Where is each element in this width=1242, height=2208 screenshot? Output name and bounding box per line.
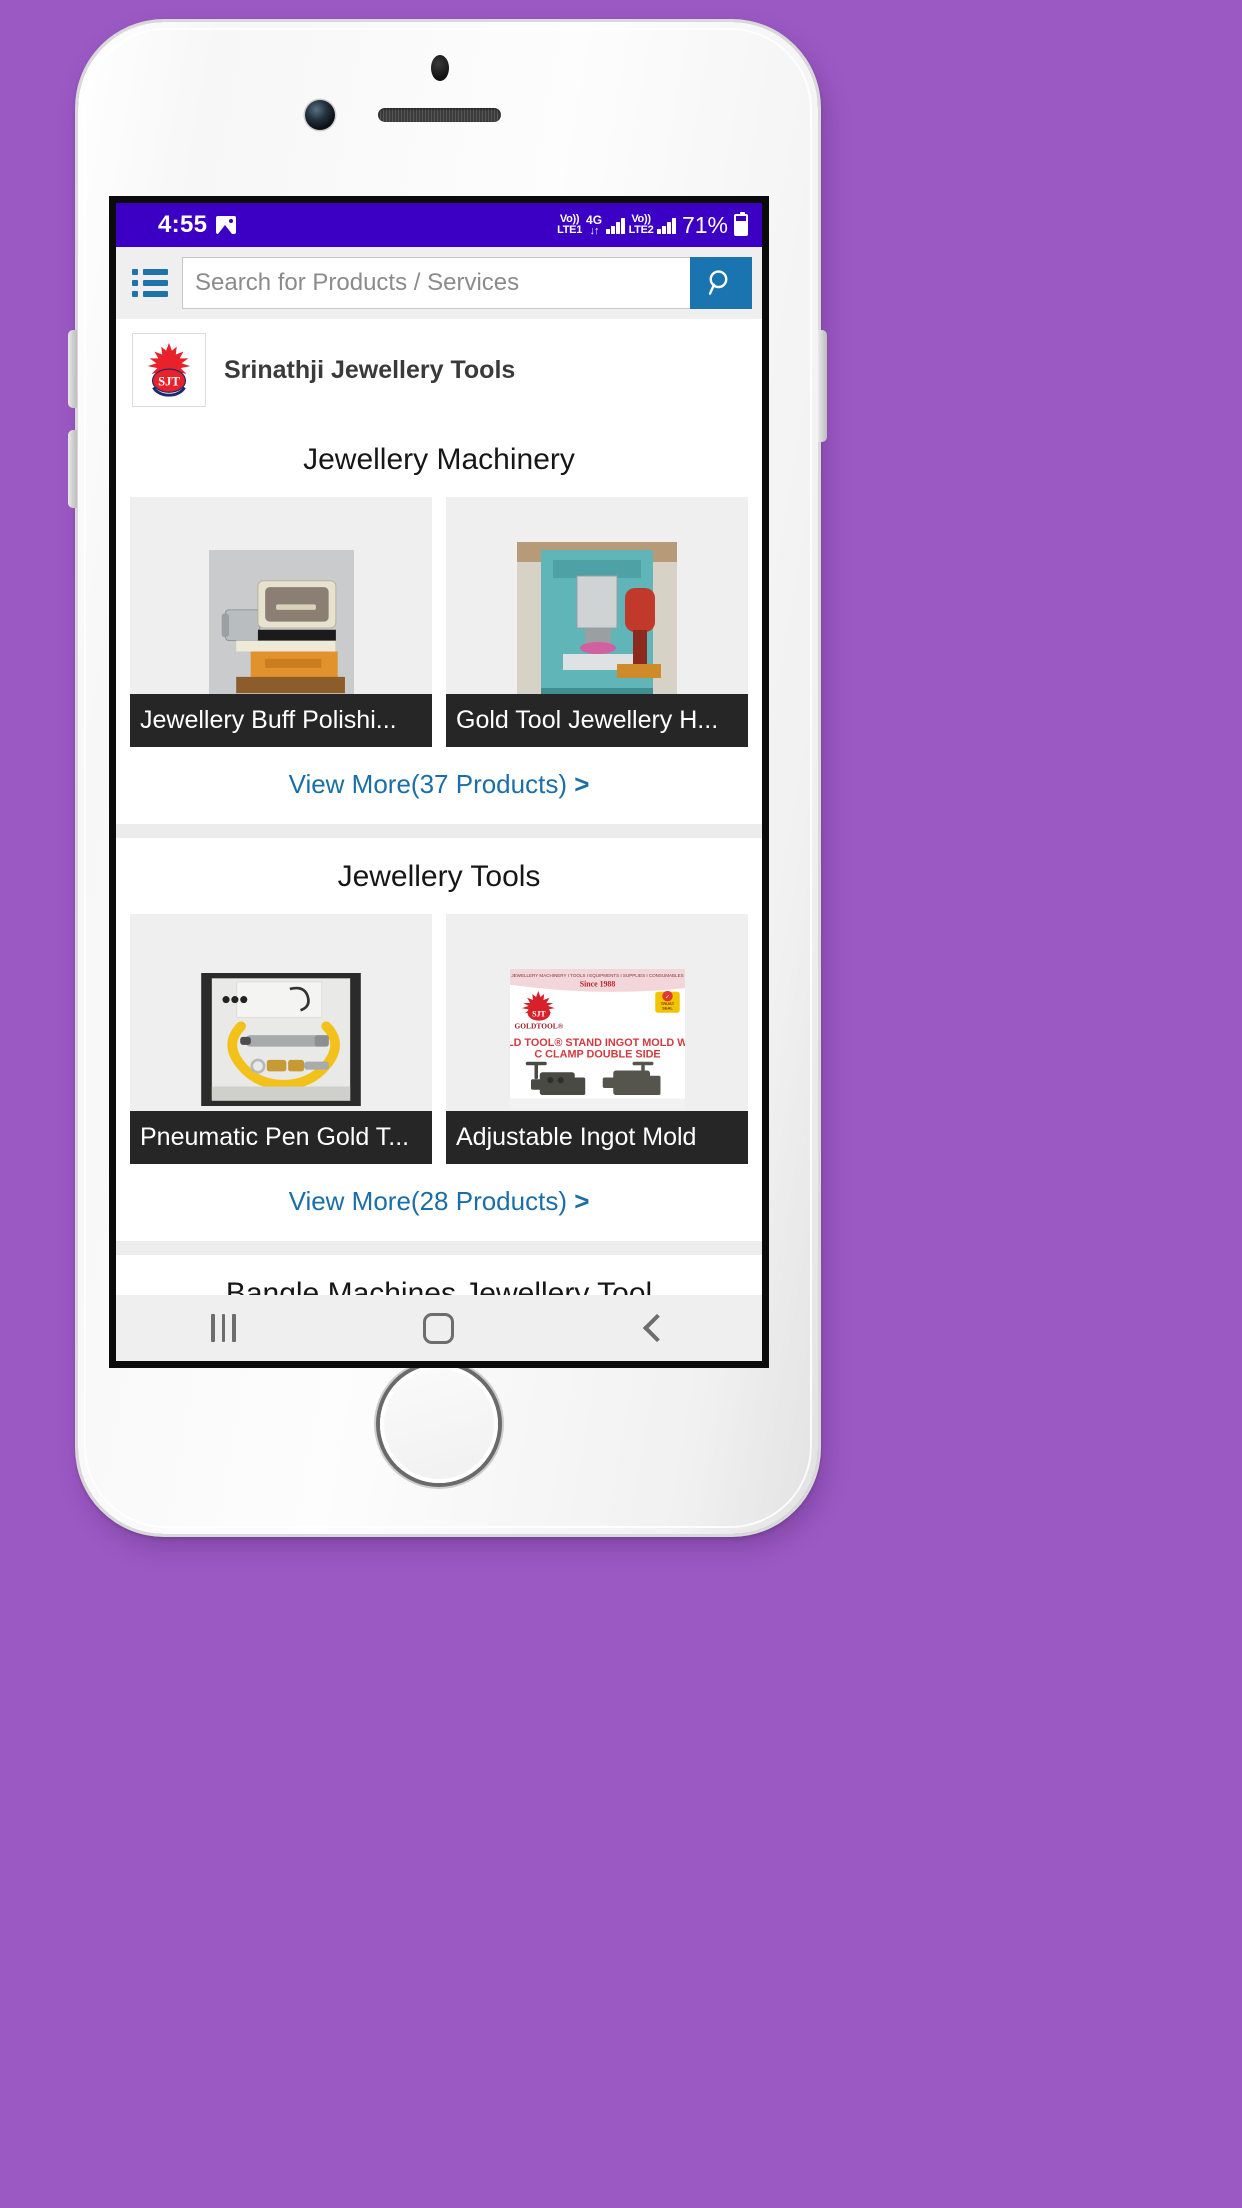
product-caption: Jewellery Buff Polishi... [130, 694, 432, 747]
power-button[interactable] [818, 330, 827, 442]
category-section-jewellery-tools: Jewellery Tools Pneumatic Pen Gold T... … [116, 838, 762, 1241]
status-clock: 4:55 [158, 211, 208, 238]
view-more-label: View More(37 Products) [288, 769, 567, 799]
volte-sim1-icon: Vo)) LTE1 [557, 214, 582, 236]
section-divider [116, 1241, 762, 1255]
proximity-sensor [431, 55, 449, 81]
phone-screen: 4:55 Vo)) LTE1 4G ↓↑ Vo)) LTE2 71% Searc… [109, 196, 769, 1368]
banner-tagline: JEWELLERY MACHINERY I TOOLS I EQUIPMENTS… [511, 973, 683, 978]
data-transfer-arrows-icon: ↓↑ [589, 224, 600, 237]
app-header [116, 247, 762, 319]
volte-sim1-bottom-label: LTE1 [557, 224, 583, 236]
network-type-indicator: 4G ↓↑ [586, 214, 602, 237]
recents-button[interactable] [179, 1295, 269, 1361]
view-more-label: View More(28 Products) [288, 1186, 567, 1216]
hamburger-menu-icon[interactable] [132, 269, 168, 297]
view-more-link[interactable]: View More(37 Products) > [289, 769, 590, 799]
earpiece-speaker [378, 108, 501, 122]
product-card[interactable]: Gold Tool Jewellery H... [446, 497, 748, 747]
product-caption: Gold Tool Jewellery H... [446, 694, 748, 747]
search-bar [182, 257, 752, 309]
home-button[interactable] [380, 1365, 498, 1483]
product-grid: Pneumatic Pen Gold T... JEWELLERY MACHIN… [116, 914, 762, 1164]
chevron-right-icon: > [574, 1186, 590, 1216]
section-title: Jewellery Machinery [303, 443, 575, 476]
network-type-label: 4G [586, 212, 603, 227]
product-card[interactable]: JEWELLERY MACHINERY I TOOLS I EQUIPMENTS… [446, 914, 748, 1164]
home-nav-button[interactable] [394, 1295, 484, 1361]
battery-percent-label: 71% [681, 211, 728, 238]
product-caption: Adjustable Ingot Mold [446, 1111, 748, 1164]
back-button[interactable] [609, 1295, 699, 1361]
search-button[interactable] [690, 257, 752, 309]
signal-bars-sim1-icon [606, 217, 625, 234]
back-icon [643, 1313, 672, 1343]
section-title: Bangle Machines Jewellery Tool [225, 1277, 653, 1295]
volte-sim2-bottom-label: LTE2 [628, 224, 654, 236]
section-divider [116, 824, 762, 838]
svg-text:SJT: SJT [532, 1009, 546, 1018]
srinathji-crown-logo-icon: SJT [132, 333, 206, 407]
battery-icon [734, 212, 748, 236]
chevron-right-icon: > [574, 769, 590, 799]
view-more-row: View More(37 Products) > [116, 747, 762, 824]
front-camera-icon [305, 100, 335, 130]
status-bar: 4:55 Vo)) LTE1 4G ↓↑ Vo)) LTE2 71% [116, 203, 762, 247]
product-grid: Jewellery Buff Polishi... Gold Tool Jewe… [116, 497, 762, 747]
search-icon [708, 270, 728, 295]
view-more-row: View More(28 Products) > [116, 1164, 762, 1241]
signal-bars-sim2-icon [657, 217, 676, 234]
category-section-jewellery-machinery: Jewellery Machinery Jewellery Buff Polis… [116, 421, 762, 824]
product-card[interactable]: Pneumatic Pen Gold T... [130, 914, 432, 1164]
banner-title-line1: GOLD TOOL® STAND INGOT MOLD WITH [510, 1037, 685, 1049]
supplier-name: Srinathji Jewellery Tools [224, 355, 516, 384]
recents-icon [211, 1314, 236, 1342]
volte-sim2-icon: Vo)) LTE2 [629, 214, 654, 236]
svg-text:✓: ✓ [665, 994, 669, 1000]
gallery-icon [216, 216, 237, 234]
section-title: Jewellery Tools [337, 860, 541, 893]
android-navigation-bar [116, 1295, 762, 1361]
volume-down-button[interactable] [68, 430, 77, 508]
supplier-row[interactable]: SJT Srinathji Jewellery Tools [116, 319, 762, 421]
banner-since: Since 1988 [579, 980, 615, 989]
svg-text:SJT: SJT [158, 375, 180, 389]
banner-title-line2: C CLAMP DOUBLE SIDE [534, 1048, 660, 1060]
search-input[interactable] [182, 257, 690, 309]
banner-seal-line2: SEAL [662, 1005, 673, 1010]
home-icon [423, 1312, 455, 1344]
volume-up-button[interactable] [68, 330, 77, 408]
view-more-link[interactable]: View More(28 Products) > [289, 1186, 590, 1216]
product-card[interactable]: Jewellery Buff Polishi... [130, 497, 432, 747]
banner-brand: GOLDTOOL® [514, 1022, 563, 1031]
page-body[interactable]: SJT Srinathji Jewellery Tools Jewellery … [116, 319, 762, 1295]
category-section-bangle-machines: Bangle Machines Jewellery Tool [116, 1255, 762, 1295]
product-caption: Pneumatic Pen Gold T... [130, 1111, 432, 1164]
